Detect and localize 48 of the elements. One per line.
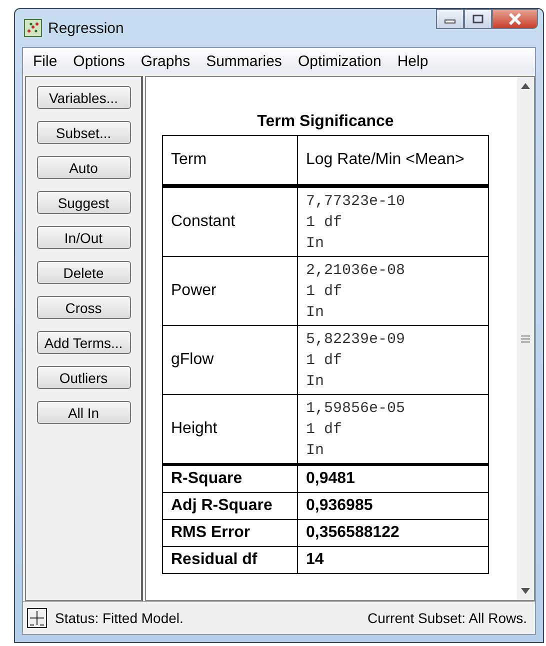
column-header: Log Rate/Min <Mean> bbox=[298, 136, 488, 186]
value-cell: 7,77323e-10 1 df In bbox=[298, 186, 488, 256]
maximize-icon[interactable] bbox=[472, 14, 484, 24]
stat-value: 0,9481 bbox=[298, 464, 488, 492]
menu-item[interactable]: File bbox=[25, 52, 66, 70]
stat-label: R-Square bbox=[162, 464, 298, 492]
close-icon[interactable] bbox=[508, 13, 522, 25]
grip-icon[interactable] bbox=[521, 334, 530, 342]
status-text: Status: Fitted Model. bbox=[55, 610, 184, 626]
action-button[interactable]: Variables... bbox=[36, 86, 130, 109]
stat-value: 0,356588122 bbox=[298, 520, 488, 546]
action-button[interactable]: Suggest bbox=[36, 191, 130, 214]
term-cell: Power bbox=[162, 256, 298, 326]
term-cell: Constant bbox=[162, 186, 298, 256]
minimize-button[interactable] bbox=[436, 9, 464, 29]
stat-value: 0,936985 bbox=[298, 492, 488, 520]
action-button[interactable]: Delete bbox=[36, 261, 130, 284]
menu-item[interactable]: Help bbox=[389, 52, 436, 70]
close-button[interactable] bbox=[492, 9, 538, 29]
maximize-button[interactable] bbox=[464, 9, 492, 29]
stat-label: Adj R-Square bbox=[162, 492, 298, 520]
menu-item[interactable]: Graphs bbox=[132, 52, 198, 70]
grid-icon bbox=[27, 608, 47, 628]
value-cell: 5,82239e-09 1 df In bbox=[298, 326, 488, 394]
menu-item[interactable]: Options bbox=[65, 52, 133, 70]
stat-value: 14 bbox=[298, 546, 488, 574]
term-cell: Height bbox=[162, 394, 298, 464]
action-button[interactable]: All In bbox=[36, 401, 130, 424]
scrollbar[interactable] bbox=[517, 77, 534, 600]
action-button[interactable]: Outliers bbox=[36, 366, 130, 389]
value-cell: 2,21036e-08 1 df In bbox=[298, 256, 488, 326]
scroll-down-icon[interactable] bbox=[521, 588, 530, 594]
window-title: Regression bbox=[48, 20, 124, 36]
stat-label: Residual df bbox=[162, 546, 298, 574]
action-button[interactable]: In/Out bbox=[36, 226, 130, 249]
scroll-up-icon[interactable] bbox=[521, 83, 530, 89]
action-button[interactable]: Add Terms... bbox=[36, 331, 130, 354]
menu-item[interactable]: Optimization bbox=[290, 52, 390, 70]
action-button[interactable]: Cross bbox=[36, 296, 130, 319]
status-text: Current Subset: All Rows. bbox=[367, 610, 527, 626]
menu-item[interactable]: Summaries bbox=[198, 52, 290, 70]
stat-label: RMS Error bbox=[162, 520, 298, 546]
action-button[interactable]: Auto bbox=[36, 156, 130, 179]
table-title: Term Significance bbox=[256, 113, 395, 131]
term-cell: gFlow bbox=[162, 326, 298, 394]
scatter-plot-icon bbox=[24, 19, 42, 37]
column-header: Term bbox=[162, 136, 298, 186]
action-button[interactable]: Subset... bbox=[36, 121, 130, 144]
